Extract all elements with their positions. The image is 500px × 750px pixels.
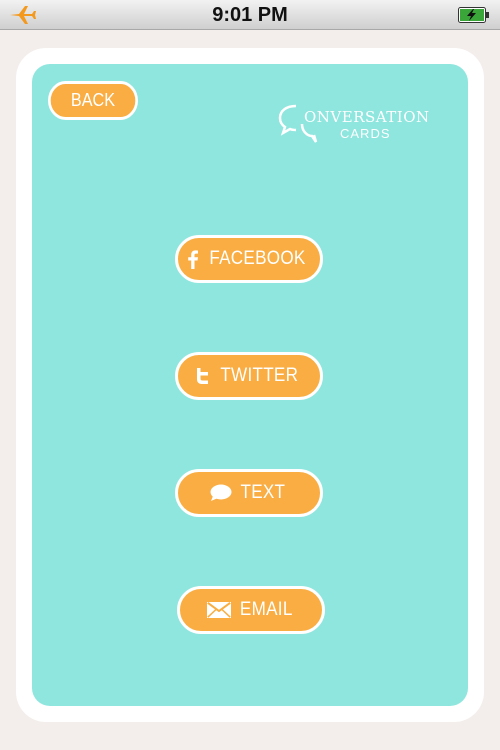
facebook-share-label: FACEBOOK xyxy=(208,248,306,269)
twitter-share-button[interactable]: TWITTER xyxy=(175,352,323,400)
twitter-icon xyxy=(196,368,210,384)
speech-bubble-icon xyxy=(210,484,232,502)
logo-text-conversation: ONVERSATION xyxy=(304,108,430,126)
conversation-cards-logo: ONVERSATION CARDS xyxy=(278,100,438,146)
email-share-button[interactable]: EMAIL xyxy=(177,586,325,634)
text-share-button[interactable]: TEXT xyxy=(175,469,323,517)
envelope-icon xyxy=(206,602,231,618)
logo-text-cards: CARDS xyxy=(340,126,391,141)
status-bar: 9:01 PM xyxy=(0,0,500,30)
battery-charging-icon xyxy=(458,7,490,23)
text-share-label: TEXT xyxy=(240,482,286,503)
facebook-share-button[interactable]: FACEBOOK xyxy=(175,235,323,283)
back-button[interactable]: BACK xyxy=(48,81,138,120)
status-time: 9:01 PM xyxy=(212,4,288,26)
twitter-share-label: TWITTER xyxy=(220,365,298,386)
email-share-label: EMAIL xyxy=(239,599,293,620)
back-button-label: BACK xyxy=(70,90,116,110)
facebook-icon xyxy=(187,249,198,269)
